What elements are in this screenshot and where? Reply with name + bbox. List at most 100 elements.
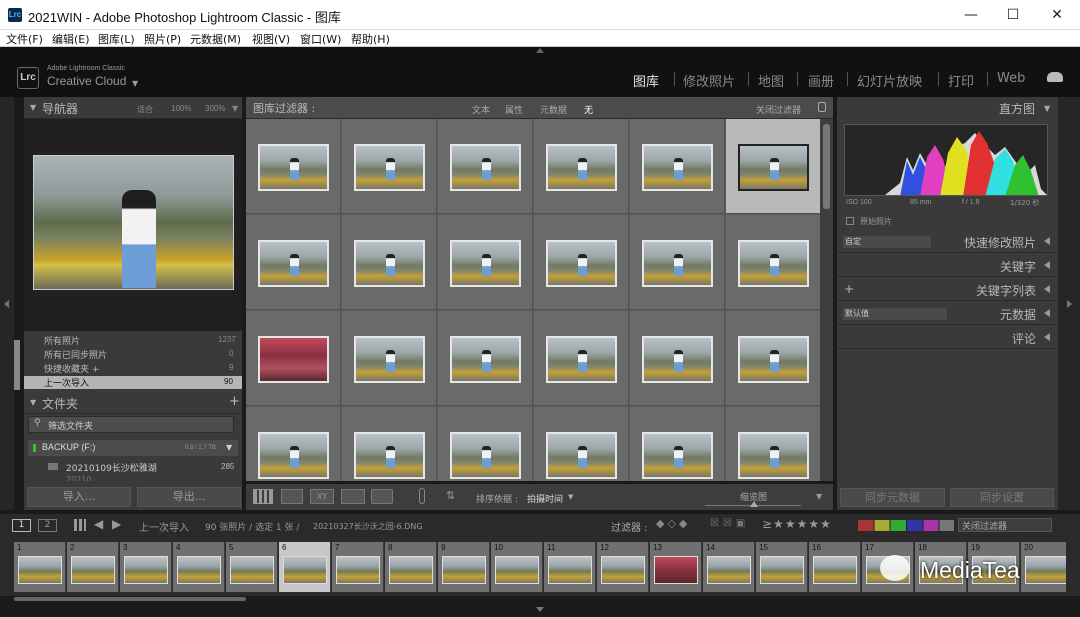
filmstrip-frame[interactable]: 13 xyxy=(650,542,702,592)
module-book[interactable]: 画册 xyxy=(808,71,834,90)
sort-direction-icon[interactable]: ⇅ xyxy=(446,489,455,502)
maximize-button[interactable]: ☐ xyxy=(990,0,1036,30)
color-label-filter[interactable] xyxy=(858,520,954,531)
photo-thumbnail[interactable] xyxy=(546,336,617,383)
photo-thumbnail[interactable] xyxy=(258,240,329,287)
menu-photo[interactable]: 照片(P) xyxy=(144,31,181,47)
menu-help[interactable]: 帮助(H) xyxy=(351,31,390,47)
filter-none-tab[interactable]: 无 xyxy=(584,103,593,116)
expand-icon[interactable] xyxy=(1044,285,1050,293)
sync-metadata-button[interactable]: 同步元数据 xyxy=(840,488,945,507)
filmstrip-scrollbar[interactable] xyxy=(14,597,246,601)
grid-cell[interactable] xyxy=(438,215,533,310)
photo-thumbnail[interactable] xyxy=(354,144,425,191)
filmstrip-frame[interactable]: 2 xyxy=(67,542,119,592)
filmstrip-frame[interactable]: 5 xyxy=(226,542,278,592)
back-arrow-icon[interactable]: ◀ xyxy=(94,517,103,531)
filmstrip-thumbnail[interactable] xyxy=(813,556,857,584)
grid-cell[interactable] xyxy=(534,215,629,310)
top-panel-toggle-icon[interactable] xyxy=(536,48,544,53)
grid-cell[interactable] xyxy=(342,407,437,481)
spray-can-icon[interactable] xyxy=(419,488,425,504)
module-web[interactable]: Web xyxy=(997,71,1025,86)
filter-attribute-tab[interactable]: 属性 xyxy=(505,103,523,116)
filmstrip-frame[interactable]: 10 xyxy=(491,542,543,592)
filmstrip-source[interactable]: 上一次导入 xyxy=(139,519,189,534)
menu-file[interactable]: 文件(F) xyxy=(6,31,43,47)
grid-cell[interactable] xyxy=(630,119,725,214)
photo-thumbnail[interactable] xyxy=(738,432,809,479)
grid-cell[interactable] xyxy=(630,215,725,310)
filter-preset-dropdown[interactable]: 关闭过滤器 xyxy=(756,103,801,116)
grid-shortcut-icon[interactable] xyxy=(74,519,86,531)
grid-cell[interactable] xyxy=(630,407,725,481)
histogram-graph[interactable] xyxy=(844,124,1048,196)
grid-scrollbar[interactable] xyxy=(820,119,833,481)
metadata-preset[interactable]: 默认值 xyxy=(843,308,947,320)
filmstrip-thumbnail[interactable] xyxy=(654,556,698,584)
grid-cell[interactable] xyxy=(246,311,341,406)
photo-thumbnail[interactable] xyxy=(546,240,617,287)
close-button[interactable]: ✕ xyxy=(1034,0,1080,30)
filmstrip-frame[interactable]: 16 xyxy=(809,542,861,592)
histogram-collapse-icon[interactable]: ▼ xyxy=(1044,104,1050,113)
filmstrip-filename[interactable]: 20210327长沙沃之园-6.DNG xyxy=(313,521,423,532)
folders-collapse-icon[interactable]: ▼ xyxy=(30,398,36,407)
toolbar-menu-icon[interactable]: ▼ xyxy=(816,492,822,501)
catalog-item-label[interactable]: 所有照片 xyxy=(44,334,80,347)
filter-toggle-icons[interactable]: ☒☒▣ xyxy=(710,518,749,529)
filmstrip-frame[interactable]: 7 xyxy=(332,542,384,592)
minimize-button[interactable]: — xyxy=(948,0,994,30)
photo-thumbnail[interactable] xyxy=(738,336,809,383)
grid-cell[interactable] xyxy=(726,407,820,481)
filmstrip-thumbnail[interactable] xyxy=(1025,556,1066,584)
photo-thumbnail[interactable] xyxy=(354,240,425,287)
filmstrip-thumbnail[interactable] xyxy=(230,556,274,584)
filmstrip-frame[interactable]: 9 xyxy=(438,542,490,592)
expand-icon[interactable] xyxy=(1044,309,1050,317)
zoom-300[interactable]: 300% xyxy=(205,104,225,113)
filmstrip-frame[interactable]: 14 xyxy=(703,542,755,592)
grid-cell[interactable] xyxy=(726,215,820,310)
menu-window[interactable]: 窗口(W) xyxy=(300,31,341,47)
grid-cell[interactable] xyxy=(342,215,437,310)
filter-text-tab[interactable]: 文本 xyxy=(472,103,490,116)
module-print[interactable]: 打印 xyxy=(948,71,974,90)
filmstrip-thumbnail[interactable] xyxy=(124,556,168,584)
filmstrip-thumbnail[interactable] xyxy=(71,556,115,584)
survey-view-icon[interactable] xyxy=(341,489,365,504)
collapse-right-icon[interactable] xyxy=(1067,300,1072,308)
cloud-sync-icon[interactable] xyxy=(1047,72,1063,82)
menu-library[interactable]: 图库(L) xyxy=(98,31,135,47)
window-1-button[interactable]: 1 xyxy=(12,519,31,532)
folder-item-label[interactable]: 20210109长沙松雅湖 xyxy=(66,461,157,474)
export-button[interactable]: 导出... xyxy=(137,487,241,507)
photo-thumbnail[interactable] xyxy=(258,432,329,479)
window-2-button[interactable]: 2 xyxy=(38,519,57,532)
module-develop[interactable]: 修改照片 xyxy=(683,71,735,90)
grid-view-icon[interactable] xyxy=(253,489,273,504)
grid-cell[interactable] xyxy=(342,119,437,214)
original-photo-checkbox[interactable] xyxy=(846,217,854,225)
lock-icon[interactable] xyxy=(818,102,826,112)
expand-icon[interactable] xyxy=(1044,261,1050,269)
filmstrip-frame[interactable]: 15 xyxy=(756,542,808,592)
photo-thumbnail[interactable] xyxy=(450,144,521,191)
photo-thumbnail[interactable] xyxy=(258,144,329,191)
people-view-icon[interactable] xyxy=(371,489,393,504)
quick-develop-preset[interactable]: 自定 xyxy=(843,236,931,248)
zoom-dropdown-icon[interactable]: ▼ xyxy=(232,104,238,113)
add-folder-button[interactable]: + xyxy=(229,394,240,409)
filmstrip-thumbnail[interactable] xyxy=(177,556,221,584)
expand-icon[interactable] xyxy=(1044,237,1050,245)
grid-cell[interactable] xyxy=(438,119,533,214)
sort-value-dropdown[interactable]: 拍摄时间 xyxy=(527,492,563,505)
photo-thumbnail[interactable] xyxy=(450,240,521,287)
grid-cell[interactable] xyxy=(534,119,629,214)
grid-cell-selected[interactable] xyxy=(726,119,820,214)
filmstrip-frame[interactable]: 1 xyxy=(14,542,66,592)
module-map[interactable]: 地图 xyxy=(758,71,784,90)
grid-cell[interactable] xyxy=(534,407,629,481)
menu-metadata[interactable]: 元数据(M) xyxy=(190,31,241,47)
filmstrip-thumbnail[interactable] xyxy=(336,556,380,584)
